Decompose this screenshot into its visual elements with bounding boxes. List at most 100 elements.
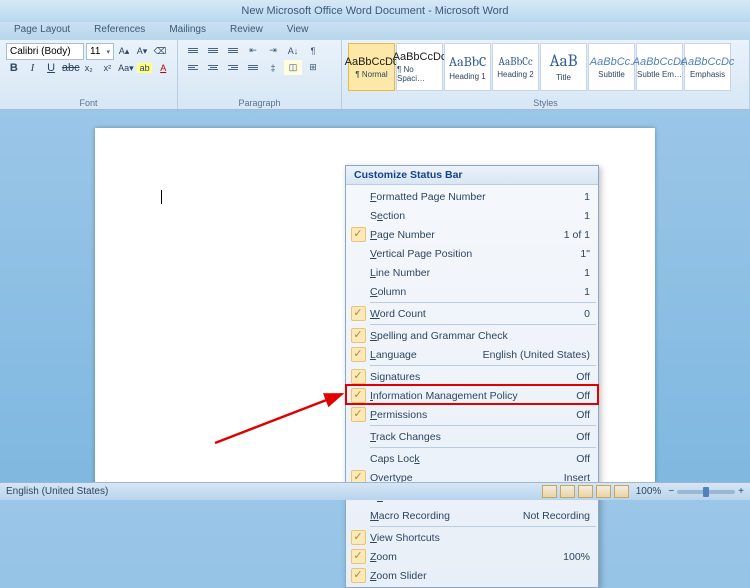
sort-button[interactable]: A↓	[284, 43, 302, 58]
menu-item[interactable]: Caps LockOff	[346, 449, 598, 468]
menu-item[interactable]: Line Number1	[346, 263, 598, 282]
menu-item-value: Off	[572, 409, 590, 421]
numbering-button[interactable]	[204, 43, 222, 58]
font-name-select[interactable]: Calibri (Body)	[6, 43, 84, 60]
menu-item[interactable]: Zoom100%	[346, 547, 598, 566]
check-icon	[346, 306, 370, 321]
view-full-screen-button[interactable]	[560, 485, 575, 498]
text-cursor	[161, 190, 162, 204]
style-tile[interactable]: AaBbCcDc¶ Normal	[348, 43, 395, 91]
menu-item-value: 0	[580, 308, 590, 320]
menu-item[interactable]: Zoom Slider	[346, 566, 598, 585]
style-tile[interactable]: AaBbCcDcSubtle Em…	[636, 43, 683, 91]
clear-format-button[interactable]: ⌫	[152, 46, 168, 57]
menu-item-label: Zoom Slider	[370, 570, 586, 582]
style-tile[interactable]: AaBbCcDc¶ No Spaci…	[396, 43, 443, 91]
strike-button[interactable]: abc	[62, 62, 78, 74]
italic-button[interactable]: I	[25, 62, 41, 74]
menu-item[interactable]: View Shortcuts	[346, 528, 598, 547]
multilevel-button[interactable]	[224, 43, 242, 58]
group-font: Calibri (Body) 11▾ A▴ A▾ ⌫ B I U abc x₂ …	[0, 40, 178, 109]
menu-item-label: Page Number	[370, 229, 560, 241]
status-zoom[interactable]: 100%	[636, 486, 662, 497]
menu-item[interactable]: Page Number1 of 1	[346, 225, 598, 244]
menu-item[interactable]: Formatted Page Number1	[346, 187, 598, 206]
style-tile[interactable]: AaBbCc.Subtitle	[588, 43, 635, 91]
style-tile[interactable]: AaBbCcHeading 2	[492, 43, 539, 91]
menu-item-value: Off	[572, 390, 590, 402]
tab-mailings[interactable]: Mailings	[157, 22, 218, 40]
show-marks-button[interactable]: ¶	[304, 43, 322, 58]
status-language[interactable]: English (United States)	[6, 486, 108, 497]
check-icon	[346, 530, 370, 545]
check-icon	[346, 549, 370, 564]
menu-item-value: Off	[572, 371, 590, 383]
view-print-layout-button[interactable]	[542, 485, 557, 498]
menu-item-label: Language	[370, 349, 479, 361]
zoom-in-button[interactable]: +	[738, 486, 744, 497]
menu-item[interactable]: PermissionsOff	[346, 405, 598, 424]
font-size-select[interactable]: 11▾	[86, 43, 114, 60]
group-label-paragraph: Paragraph	[184, 98, 335, 109]
underline-button[interactable]: U	[43, 62, 59, 74]
menu-item[interactable]: LanguageEnglish (United States)	[346, 345, 598, 364]
bold-button[interactable]: B	[6, 62, 22, 74]
menu-item-label: Formatted Page Number	[370, 191, 580, 203]
check-icon	[346, 369, 370, 384]
menu-item-label: Vertical Page Position	[370, 248, 576, 260]
align-right-button[interactable]	[224, 60, 242, 75]
tab-page-layout[interactable]: Page Layout	[2, 22, 82, 40]
tab-references[interactable]: References	[82, 22, 157, 40]
menu-item[interactable]: Vertical Page Position1"	[346, 244, 598, 263]
bullets-button[interactable]	[184, 43, 202, 58]
check-icon	[346, 407, 370, 422]
subscript-button[interactable]: x₂	[81, 63, 97, 73]
menu-item[interactable]: Track ChangesOff	[346, 427, 598, 446]
tab-review[interactable]: Review	[218, 22, 275, 40]
group-label-font: Font	[6, 98, 171, 109]
superscript-button[interactable]: x²	[100, 63, 116, 73]
menu-item-label: Spelling and Grammar Check	[370, 330, 586, 342]
menu-title: Customize Status Bar	[346, 166, 598, 185]
justify-button[interactable]	[244, 60, 262, 75]
zoom-slider[interactable]	[677, 490, 735, 494]
highlight-button[interactable]: ab	[137, 63, 153, 73]
menu-item-label: Caps Lock	[370, 453, 572, 465]
menu-item[interactable]: Section1	[346, 206, 598, 225]
line-spacing-button[interactable]: ‡	[264, 60, 282, 75]
menu-item[interactable]: Word Count0	[346, 304, 598, 323]
menu-item[interactable]: SignaturesOff	[346, 367, 598, 386]
font-color-button[interactable]: A	[155, 63, 171, 73]
style-tile[interactable]: AaBbCcDcEmphasis	[684, 43, 731, 91]
increase-indent-button[interactable]: ⇥	[264, 43, 282, 58]
menu-item-value: 1"	[576, 248, 590, 260]
align-center-button[interactable]	[204, 60, 222, 75]
menu-item-value: Off	[572, 431, 590, 443]
menu-item-label: Permissions	[370, 409, 572, 421]
view-draft-button[interactable]	[614, 485, 629, 498]
group-label-styles: Styles	[348, 98, 743, 109]
decrease-indent-button[interactable]: ⇤	[244, 43, 262, 58]
menu-item-value: 1	[580, 210, 590, 222]
tab-view[interactable]: View	[275, 22, 321, 40]
menu-item[interactable]: Macro RecordingNot Recording	[346, 506, 598, 525]
status-bar[interactable]: English (United States) 100% − +	[0, 482, 750, 500]
menu-item[interactable]: Spelling and Grammar Check	[346, 326, 598, 345]
style-tile[interactable]: AaBbCHeading 1	[444, 43, 491, 91]
change-case-button[interactable]: Aa▾	[118, 63, 134, 74]
shading-button[interactable]: ◫	[284, 60, 302, 75]
style-tile[interactable]: AaBTitle	[540, 43, 587, 91]
menu-item[interactable]: Column1	[346, 282, 598, 301]
menu-item-label: View Shortcuts	[370, 532, 586, 544]
menu-item-value: English (United States)	[479, 349, 590, 361]
zoom-out-button[interactable]: −	[668, 486, 674, 497]
menu-item[interactable]: Information Management PolicyOff	[346, 386, 598, 405]
grow-font-button[interactable]: A▴	[116, 46, 132, 57]
align-left-button[interactable]	[184, 60, 202, 75]
view-web-layout-button[interactable]	[578, 485, 593, 498]
menu-item-label: Section	[370, 210, 580, 222]
shrink-font-button[interactable]: A▾	[134, 46, 150, 57]
check-icon	[346, 568, 370, 583]
borders-button[interactable]: ⊞	[304, 60, 322, 75]
view-outline-button[interactable]	[596, 485, 611, 498]
